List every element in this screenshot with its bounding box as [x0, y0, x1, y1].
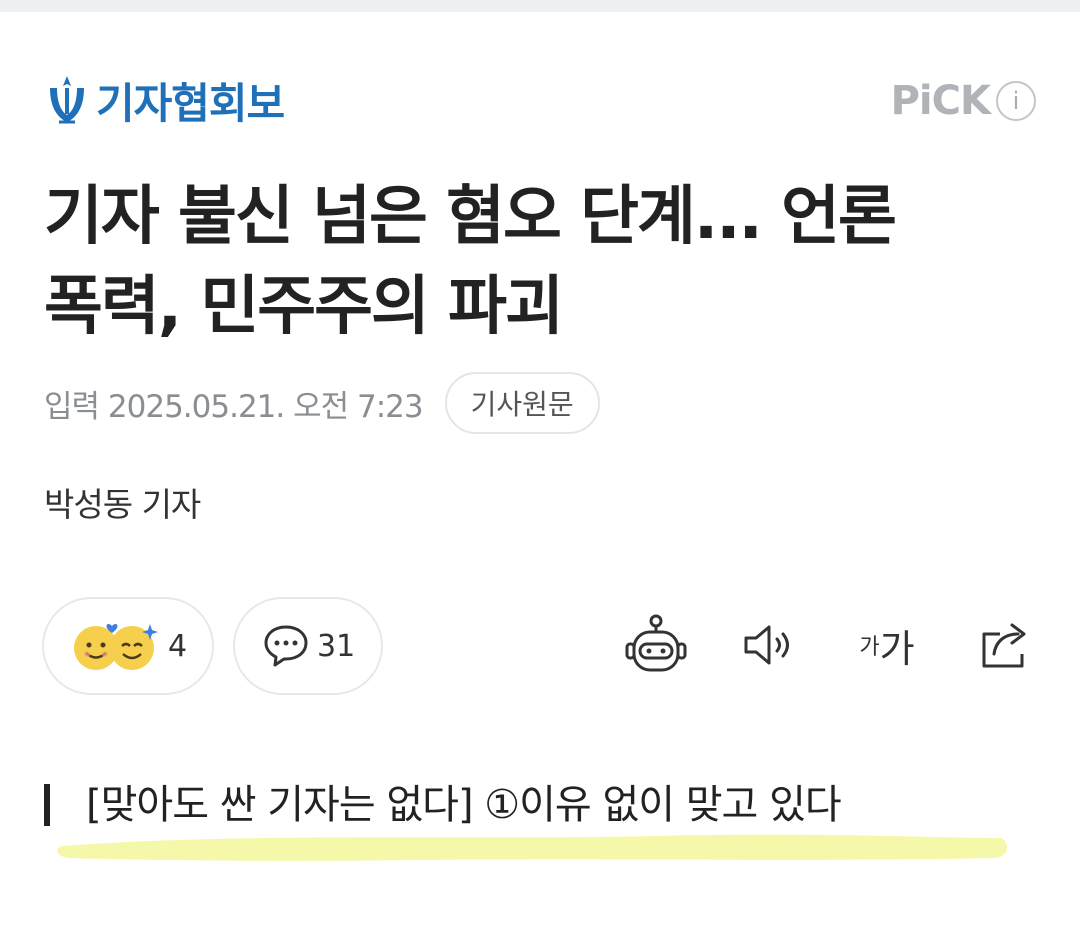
comment-count: 31	[317, 628, 356, 664]
article-title-line-2: 폭력, 민주주의 파괴	[44, 270, 564, 344]
pick-label: PiCK	[890, 78, 991, 124]
brand-name: 기자협회보	[96, 78, 285, 128]
article-title-line-1: 기자 불신 넘은 혐오 단계... 언론	[44, 180, 897, 254]
comment-button[interactable]: 31	[233, 597, 383, 695]
font-size-small-label: 가	[859, 635, 880, 660]
font-size-button[interactable]: 가가	[852, 610, 922, 680]
article-header: 기자협회보 PiCK i	[44, 68, 1036, 132]
ai-robot-icon	[625, 614, 687, 672]
article-meta: 입력 2025.05.21. 오전 7:23 기사원문	[44, 370, 600, 436]
subheading-bar	[44, 784, 50, 826]
share-icon	[982, 623, 1026, 668]
article-subheading: [맞아도 싼 기자는 없다] ①이유 없이 맞고 있다	[44, 776, 1008, 866]
author-name[interactable]: 박성동 기자	[44, 478, 201, 526]
text-to-speech-button[interactable]	[740, 610, 800, 680]
reaction-button[interactable]: 4	[42, 597, 214, 695]
reaction-count: 4	[168, 628, 188, 664]
share-button[interactable]	[975, 610, 1035, 680]
ai-summary-button[interactable]	[620, 610, 692, 680]
status-strip	[0, 0, 1080, 12]
original-article-button[interactable]: 기사원문	[444, 372, 600, 434]
publish-date: 입력 2025.05.21. 오전 7:23	[44, 388, 424, 425]
comment-bubble-icon	[264, 625, 308, 667]
speaker-icon	[744, 625, 789, 665]
info-icon[interactable]: i	[996, 81, 1036, 121]
pick-badge[interactable]: PiCK i	[891, 78, 1036, 124]
brand-logo-link[interactable]: 기자협회보	[44, 68, 285, 132]
article-title: 기자 불신 넘은 혐오 단계... 언론 폭력, 민주주의 파괴	[44, 172, 1034, 352]
brand-logo-icon	[50, 76, 84, 124]
reaction-emoji-icon	[74, 623, 158, 670]
font-size-big-label: 가	[879, 626, 915, 671]
subheading-text: [맞아도 싼 기자는 없다] ①이유 없이 맞고 있다	[86, 782, 842, 828]
